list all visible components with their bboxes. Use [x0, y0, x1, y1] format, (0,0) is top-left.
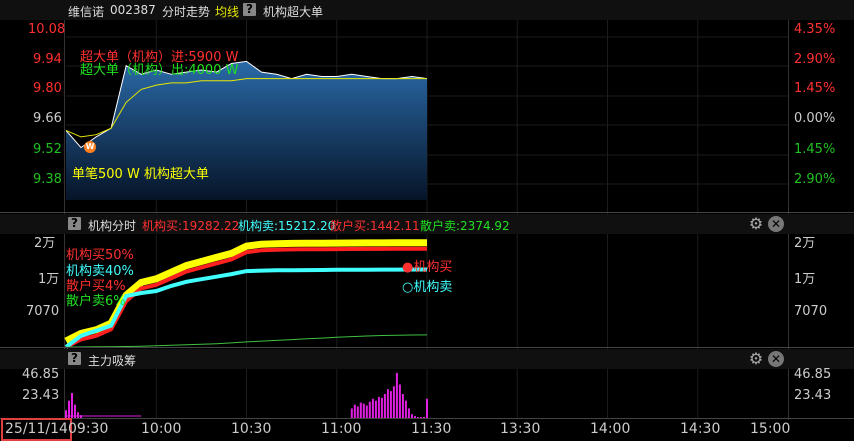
absorb-bar — [395, 372, 398, 418]
absorb-bar — [359, 402, 362, 418]
time-tick: 11:00 — [321, 421, 362, 437]
absorb-bar — [386, 389, 389, 418]
time-tick: 14:30 — [680, 421, 721, 437]
inst-panel-header: ? 机构分时 机构买:19282.22 机构卖:15212.20 散户买:144… — [0, 214, 854, 234]
close-icon[interactable]: ✕ — [768, 216, 784, 232]
absorb-bar — [356, 406, 359, 418]
absorb-bar — [398, 384, 401, 418]
absorb-bar — [68, 400, 70, 418]
time-tick: 11:30 — [411, 421, 452, 437]
absorb-bar — [401, 394, 404, 418]
time-tick: 14:00 — [590, 421, 631, 437]
absorb-bar — [353, 404, 356, 418]
retail-buy-value: 散户买:1442.11 — [330, 219, 420, 233]
absorb-bar — [426, 398, 428, 418]
inst-left-tick: 7070 — [26, 304, 60, 319]
marker-glyph: W — [85, 142, 95, 151]
time-tick: 10:30 — [231, 421, 272, 437]
inst-left-tick: 1万 — [38, 272, 60, 287]
absorb-bar — [407, 408, 410, 418]
inst-panel-title: 机构分时 — [88, 219, 137, 233]
absorb-bar — [383, 394, 386, 418]
date-label: 25/11/14 — [1, 418, 72, 441]
legend-retail-sell-pct: 散户卖6% — [66, 294, 126, 309]
single-order-annotation: 单笔500 W 机构超大单 — [72, 167, 209, 182]
panel-divider — [0, 347, 854, 348]
help-icon[interactable]: ? — [68, 352, 81, 365]
close-icon[interactable]: ✕ — [768, 351, 784, 367]
gear-icon[interactable]: ⚙ — [748, 351, 764, 367]
absorb-bar — [368, 401, 371, 418]
absorb-bar — [404, 400, 407, 418]
inst-left-tick: 2万 — [34, 236, 56, 251]
time-tick: 13:30 — [500, 421, 541, 437]
absorb-bar — [365, 405, 368, 418]
absorb-left-tick: 46.85 — [22, 367, 60, 382]
time-axis-divider — [0, 418, 854, 419]
absorb-right-tick: 23.43 — [794, 388, 832, 403]
super-order-sell-annotation: 超大单（机构）出:4000 W — [80, 63, 239, 78]
tag-inst-sell: ○机构卖 — [402, 280, 453, 295]
absorb-panel-header: ? 主力吸筹 — [0, 349, 854, 369]
absorb-left-tick: 23.43 — [22, 388, 60, 403]
help-icon[interactable]: ? — [68, 217, 81, 230]
inst-sell-value: 机构卖:15212.20 — [238, 219, 336, 233]
absorb-bar — [71, 393, 73, 418]
absorb-panel-title: 主力吸筹 — [88, 354, 137, 368]
absorb-bar — [374, 400, 377, 418]
retail-sell-value: 散户卖:2374.92 — [420, 219, 510, 233]
absorb-bar — [389, 391, 392, 418]
absorb-right-tick: 46.85 — [794, 367, 832, 382]
panel-divider — [0, 212, 854, 213]
absorb-bar — [377, 396, 380, 418]
tag-inst-buy: ●机构买 — [402, 260, 453, 275]
inst-right-tick: 2万 — [794, 236, 816, 251]
inst-right-tick: 7070 — [794, 304, 828, 319]
gear-icon[interactable]: ⚙ — [748, 216, 764, 232]
time-tick: 10:00 — [141, 421, 182, 437]
time-tick: 15:00 — [750, 421, 791, 437]
absorb-bar — [65, 410, 67, 418]
absorb-bar — [380, 397, 383, 418]
absorb-bar — [362, 403, 365, 418]
inst-buy-value: 机构买:19282.22 — [142, 219, 240, 233]
absorb-bar — [350, 408, 353, 418]
super-order-marker-icon[interactable]: W — [84, 141, 96, 153]
absorb-bar — [371, 398, 374, 418]
absorb-bar — [392, 386, 395, 418]
time-tick: 09:30 — [68, 421, 109, 437]
inst-right-tick: 1万 — [794, 272, 816, 287]
